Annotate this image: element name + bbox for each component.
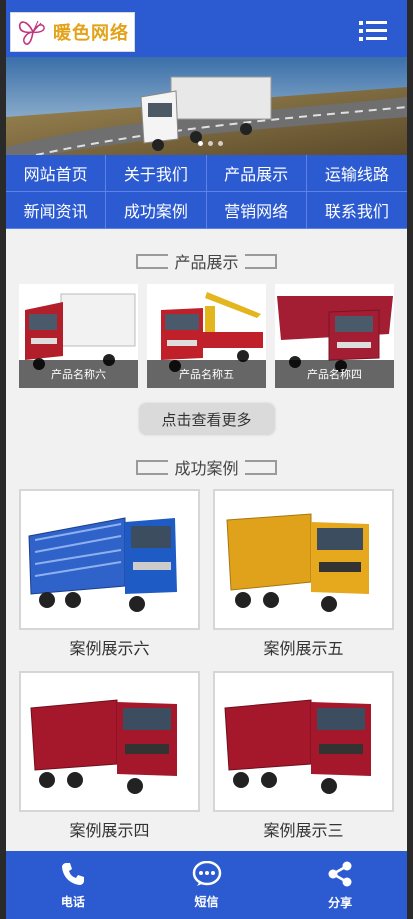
cases-title-text: 成功案例 — [174, 459, 239, 478]
more-wrap: 点击查看更多 — [6, 404, 407, 434]
logo[interactable]: 暖色网络 — [10, 12, 135, 52]
title-decoration — [244, 253, 277, 269]
case-card[interactable]: 案例展示三 — [213, 671, 394, 840]
nav-item-routes[interactable]: 运输线路 — [306, 155, 407, 192]
product-list: 产品名称六 产品名称五 产品名称四 — [6, 284, 407, 388]
nav-item-news[interactable]: 新闻资讯 — [6, 192, 107, 229]
nav-item-products[interactable]: 产品展示 — [206, 155, 307, 192]
case-image-frame — [213, 489, 394, 630]
phone-screen: 暖色网络 网站首页 关于我们 产品展示 运输线路 新闻资讯 成功案例 营销网络 … — [6, 0, 407, 919]
nav-item-cases[interactable]: 成功案例 — [106, 192, 207, 229]
banner-slider[interactable] — [6, 57, 407, 155]
footer-phone-label: 电话 — [60, 894, 85, 909]
banner-dots — [198, 141, 223, 146]
footer-share-label: 分享 — [328, 895, 353, 910]
product-card[interactable]: 产品名称四 — [275, 284, 394, 388]
nav-item-network[interactable]: 营销网络 — [206, 192, 307, 229]
main-nav: 网站首页 关于我们 产品展示 运输线路 新闻资讯 成功案例 营销网络 联系我们 — [6, 155, 407, 229]
case-image — [24, 495, 195, 624]
title-decoration — [136, 253, 169, 269]
case-image — [24, 677, 195, 806]
case-image-frame — [213, 671, 394, 812]
case-name: 案例展示四 — [69, 821, 150, 840]
product-name: 产品名称四 — [275, 360, 394, 388]
case-name: 案例展示六 — [69, 639, 150, 658]
title-decoration — [244, 459, 277, 475]
case-card[interactable]: 案例展示六 — [19, 489, 200, 658]
banner-dot[interactable] — [218, 141, 223, 146]
banner-dot[interactable] — [208, 141, 213, 146]
products-section-title: 产品展示 — [6, 248, 407, 274]
nav-item-home[interactable]: 网站首页 — [6, 155, 107, 192]
case-name: 案例展示五 — [263, 639, 344, 658]
product-name: 产品名称六 — [19, 360, 138, 388]
banner-dot[interactable] — [198, 141, 203, 146]
list-menu-icon[interactable] — [359, 20, 387, 42]
view-more-button[interactable]: 点击查看更多 — [139, 404, 274, 434]
logo-text: 暖色网络 — [53, 23, 129, 44]
case-list: 案例展示六 案例展示五 案例展示四 案例展示三 — [6, 489, 407, 840]
case-image-frame — [19, 671, 200, 812]
sms-icon — [192, 860, 221, 886]
footer-share-button[interactable]: 分享 — [273, 851, 407, 919]
header: 暖色网络 — [6, 0, 407, 57]
cases-section-title: 成功案例 — [6, 454, 407, 480]
case-image — [218, 495, 389, 624]
case-card[interactable]: 案例展示四 — [19, 671, 200, 840]
title-decoration — [136, 459, 169, 475]
case-image — [218, 677, 389, 806]
nav-item-contact[interactable]: 联系我们 — [306, 192, 407, 229]
phone-icon — [61, 862, 84, 885]
footer-phone-button[interactable]: 电话 — [6, 851, 140, 919]
case-card[interactable]: 案例展示五 — [213, 489, 394, 658]
footer-sms-button[interactable]: 短信 — [140, 851, 274, 919]
nav-item-about[interactable]: 关于我们 — [106, 155, 207, 192]
butterfly-icon — [18, 20, 45, 45]
footer-sms-label: 短信 — [194, 894, 219, 909]
products-title-text: 产品展示 — [174, 253, 239, 272]
share-icon — [328, 861, 352, 886]
product-card[interactable]: 产品名称五 — [147, 284, 266, 388]
case-image-frame — [19, 489, 200, 630]
product-card[interactable]: 产品名称六 — [19, 284, 138, 388]
bottom-toolbar: 电话 短信 分享 — [6, 851, 407, 919]
product-name: 产品名称五 — [147, 360, 266, 388]
case-name: 案例展示三 — [263, 821, 344, 840]
